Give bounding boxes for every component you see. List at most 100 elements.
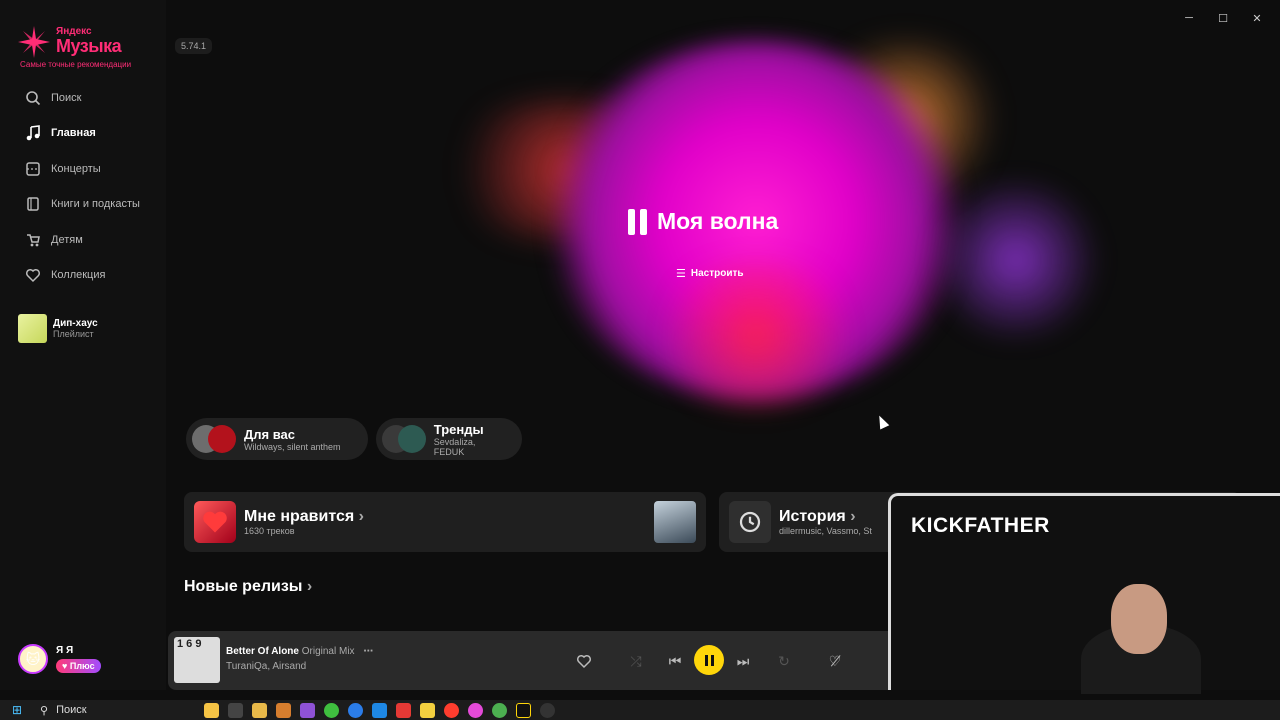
version-badge: 5.74.1 [175, 38, 213, 54]
sidebar-item-concerts[interactable]: Концерты [0, 151, 166, 187]
card-thumbnail [654, 501, 696, 543]
chip-subtitle: Wildways, silent anthem [244, 441, 341, 452]
track-title[interactable]: Better Of Alone Original Mix ⋯ [226, 646, 373, 657]
new-releases-title[interactable]: Новые релизы › [184, 578, 312, 596]
logo-product: Музыка [56, 36, 122, 56]
user-profile[interactable]: 🐱 Я Я ♥ Плюс [18, 644, 101, 674]
more-icon[interactable]: ⋯ [363, 646, 373, 657]
ticket-icon [24, 160, 42, 178]
tune-label: Настроить [690, 268, 744, 279]
sidebar-item-label: Поиск [51, 91, 82, 104]
taskbar-app-icon[interactable] [396, 702, 411, 718]
maximize-button[interactable]: ☐ [1208, 8, 1238, 28]
close-button[interactable]: ✕ [1242, 8, 1272, 28]
avatar[interactable]: 🐱 [18, 644, 48, 674]
taskbar-app-icon[interactable] [204, 702, 219, 718]
heart-cover-icon [194, 501, 236, 543]
taskbar-app-icon[interactable] [372, 702, 387, 718]
chip-subtitle: Sevdaliza, FEDUK [433, 436, 476, 457]
sidebar-item-collection[interactable]: Коллекция [0, 258, 166, 294]
plus-badge[interactable]: ♥ Плюс [56, 658, 101, 673]
taskbar-app-icon[interactable] [540, 702, 555, 718]
sidebar-nav: Поиск Главная Концерты Книги и подкасты … [0, 80, 166, 293]
taskbar-apps [204, 702, 555, 718]
card-subtitle: dillermusic, Vassmo, St [779, 526, 872, 536]
my-wave-visualizer[interactable] [166, 0, 1280, 490]
minimize-button[interactable]: ─ [1174, 8, 1204, 28]
sidebar-item-home[interactable]: Главная [0, 116, 166, 152]
playlist-title: Дип-хаус [53, 318, 98, 329]
book-icon [24, 195, 42, 213]
heart-icon [24, 266, 42, 284]
user-name: Я Я [56, 644, 74, 656]
taskbar-app-icon[interactable] [276, 702, 291, 718]
previous-button[interactable]: ⏮ [661, 647, 689, 675]
taskbar-app-icon[interactable] [420, 702, 435, 718]
my-wave-title: Моя волна [657, 208, 779, 234]
streamer-name: KICKFATHER [911, 514, 1050, 537]
taskbar-search[interactable]: ⚲ Поиск [34, 700, 174, 720]
sidebar-item-label: Коллекция [51, 269, 106, 282]
card-subtitle: 1630 треков [244, 526, 295, 536]
card-title: История › [779, 508, 856, 525]
liked-tracks-card[interactable]: Мне нравится › 1630 треков [184, 492, 706, 552]
logo-tagline: Самые точные рекомендации [20, 60, 132, 69]
track-cover[interactable]: 1 6 9 [174, 637, 220, 683]
playlist-subtitle: Плейлист [53, 329, 94, 339]
taskbar-app-icon[interactable] [468, 702, 483, 718]
webcam-person [1081, 584, 1201, 694]
app-logo[interactable]: Яндекс Музыка Самые точные рекомендации [18, 24, 158, 72]
sidebar-item-label: Главная [51, 127, 96, 140]
taskbar-app-icon[interactable] [252, 702, 267, 718]
sidebar-item-kids[interactable]: Детям [0, 222, 166, 258]
tune-wave-button[interactable]: ☰ Настроить [676, 267, 744, 280]
sidebar-item-search[interactable]: Поиск [0, 80, 166, 116]
windows-start-icon[interactable]: ⊞ [0, 703, 34, 717]
streamer-overlay: KICKFATHER [888, 493, 1280, 694]
shuffle-icon: ⤮ [630, 652, 642, 669]
search-icon: ⚲ [40, 704, 49, 717]
taskbar-app-icon[interactable] [348, 702, 363, 718]
sidebar-item-books[interactable]: Книги и подкасты [0, 187, 166, 223]
for-you-chip[interactable]: Для вас Wildways, silent anthem [186, 418, 368, 460]
pause-button[interactable] [694, 645, 724, 675]
repeat-button[interactable]: ↻ [770, 647, 798, 675]
chip-title: Тренды [433, 421, 484, 437]
window-controls: ─ ☐ ✕ [1174, 8, 1272, 28]
sidebar-item-label: Детям [51, 233, 83, 246]
previous-icon: ⏮ [668, 652, 682, 669]
dislike-button[interactable]: ♡̸ [821, 647, 849, 675]
chevron-right-icon: › [306, 578, 313, 595]
trends-chip[interactable]: Тренды Sevdaliza, FEDUK [376, 418, 522, 460]
heart-icon [576, 654, 592, 669]
taskbar-app-icon[interactable] [492, 702, 507, 718]
like-button[interactable] [570, 647, 598, 675]
broken-heart-icon: ♡̸ [828, 652, 842, 669]
sidebar-playlist-item[interactable]: Дип-хаус Плейлист [18, 314, 98, 343]
search-icon [24, 89, 42, 107]
chip-cover [208, 425, 236, 453]
chip-title: Для вас [244, 426, 295, 442]
shuffle-button[interactable]: ⤮ [622, 647, 650, 675]
taskbar-app-icon[interactable] [444, 702, 459, 718]
next-button[interactable]: ⏭ [729, 647, 757, 675]
taskbar-app-icon[interactable] [300, 702, 315, 718]
taskbar-app-icon[interactable] [228, 702, 243, 718]
card-title: Мне нравится › [244, 508, 364, 525]
pause-icon [628, 208, 647, 235]
chip-covers [192, 425, 238, 453]
taskbar-app-icon[interactable] [516, 702, 531, 718]
chevron-right-icon: › [850, 508, 856, 525]
track-artist[interactable]: TuraniQa, Airsand [226, 661, 306, 672]
next-icon: ⏭ [736, 652, 750, 669]
my-wave-button[interactable]: Моя волна [628, 208, 778, 235]
taskbar-app-icon[interactable] [324, 702, 339, 718]
playlist-cover [18, 314, 47, 343]
wave-blob [646, 260, 866, 410]
music-note-icon [24, 124, 42, 142]
chevron-right-icon: › [358, 508, 364, 525]
plus-label: Плюс [69, 660, 95, 671]
logo-star-icon [18, 26, 50, 58]
taskbar: ⊞ ⚲ Поиск [0, 700, 1280, 720]
settings-lines-icon: ☰ [676, 268, 686, 280]
